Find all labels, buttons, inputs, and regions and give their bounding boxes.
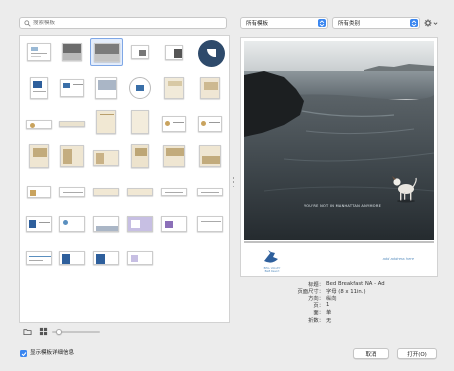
template-thumbnail[interactable] (196, 38, 226, 68)
folder-button[interactable] (22, 327, 33, 336)
template-thumbnail[interactable] (25, 40, 52, 64)
open-button[interactable]: 打开(O) (397, 348, 437, 359)
template-grid (19, 35, 230, 323)
split-view-handle[interactable] (232, 177, 235, 187)
preview-photo: YOU'RE NOT IN MANHATTAN ANYMORE (244, 41, 434, 240)
template-thumbnail[interactable] (25, 76, 52, 100)
grid-view-icon (39, 327, 48, 336)
template-thumbnail[interactable] (126, 76, 153, 100)
ad-address-text: add address here (382, 257, 414, 261)
template-thumbnail[interactable] (126, 110, 153, 134)
show-details-checkbox[interactable] (20, 350, 27, 357)
show-details-label[interactable]: 显示模板详细信息 (30, 350, 74, 357)
template-thumbnail[interactable] (126, 212, 153, 236)
template-thumbnail[interactable] (126, 180, 153, 204)
template-thumbnail[interactable] (160, 112, 187, 136)
template-thumbnail[interactable] (25, 180, 52, 204)
template-thumbnail[interactable] (92, 110, 119, 134)
cancel-button[interactable]: 取消 (353, 348, 389, 359)
templates-filter-value: 所有模板 (246, 21, 269, 27)
template-thumbnail[interactable] (92, 146, 119, 170)
template-thumbnail[interactable] (58, 180, 85, 204)
view-options-button[interactable] (37, 327, 50, 336)
template-thumbnail[interactable] (196, 76, 223, 100)
search-field[interactable] (19, 17, 227, 29)
template-thumbnail[interactable] (196, 112, 223, 136)
template-thumbnail[interactable] (92, 246, 119, 270)
template-details: 标题： Bed Breakfast NA - Ad 页面尺寸： 字母 (8 x 11… (240, 280, 438, 324)
template-thumbnail[interactable] (196, 144, 223, 168)
detail-row-folds: 折数：无 (308, 317, 332, 324)
template-thumbnail[interactable] (58, 212, 85, 236)
search-icon (24, 19, 31, 27)
template-thumbnail[interactable] (25, 212, 52, 236)
chevron-updown-icon (318, 19, 326, 27)
template-preview: YOU'RE NOT IN MANHATTAN ANYMORE BELL VAL… (240, 37, 438, 277)
template-thumbnail[interactable] (126, 144, 153, 168)
checkmark-icon (21, 351, 26, 356)
template-thumbnail[interactable] (58, 144, 85, 168)
template-thumbnail[interactable] (58, 40, 85, 64)
template-thumbnail[interactable] (92, 76, 119, 100)
template-thumbnail[interactable] (58, 246, 85, 270)
slider-knob[interactable] (56, 328, 62, 335)
preview-photo-caption: YOU'RE NOT IN MANHATTAN ANYMORE (304, 204, 382, 208)
folder-icon (23, 329, 32, 336)
template-thumbnail[interactable] (58, 76, 85, 100)
template-thumbnail[interactable] (160, 144, 187, 168)
categories-filter-value: 所有类别 (338, 21, 361, 27)
template-thumbnail[interactable] (92, 180, 119, 204)
template-thumbnail-selected[interactable] (90, 38, 123, 66)
gear-icon (424, 19, 432, 27)
template-thumbnail[interactable] (126, 246, 153, 270)
template-thumbnail[interactable] (196, 212, 223, 236)
template-thumbnail[interactable] (126, 40, 153, 64)
template-thumbnail[interactable] (160, 180, 187, 204)
template-thumbnail[interactable] (58, 112, 85, 136)
chevron-down-icon (433, 21, 438, 25)
search-input[interactable] (33, 20, 213, 26)
thumbnail-size-slider[interactable] (52, 328, 100, 335)
template-dialog: 所有模板 所有类别 (0, 0, 454, 371)
template-thumbnail[interactable] (25, 112, 52, 136)
templates-filter-select[interactable]: 所有模板 (240, 17, 328, 29)
template-thumbnail[interactable] (160, 40, 187, 64)
settings-menu-button[interactable] (424, 17, 442, 29)
template-thumbnail[interactable] (92, 212, 119, 236)
template-thumbnail[interactable] (25, 144, 52, 168)
brand-logo-text: BELL VALLEY B&B Resort (263, 267, 281, 273)
template-thumbnail[interactable] (160, 212, 187, 236)
categories-filter-select[interactable]: 所有类别 (332, 17, 420, 29)
chevron-updown-icon (410, 19, 418, 27)
template-thumbnail[interactable] (196, 180, 223, 204)
template-thumbnail[interactable] (25, 246, 52, 270)
template-thumbnail[interactable] (160, 76, 187, 100)
preview-ad-strip: BELL VALLEY B&B Resort add address here (244, 241, 434, 274)
